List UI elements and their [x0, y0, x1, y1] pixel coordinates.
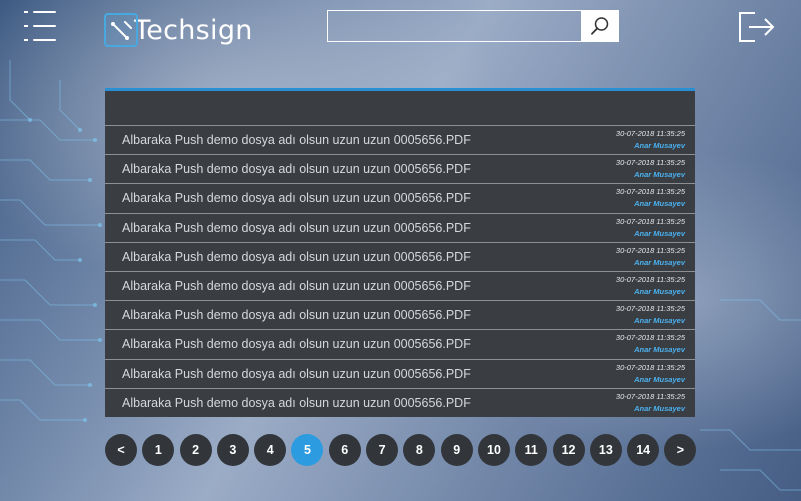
brand-name: Techsign	[134, 14, 253, 46]
brand-logo: Techsign	[104, 12, 253, 48]
document-date: 30-07-2018 11:35:25	[615, 216, 685, 226]
document-user: Anar Musayev	[634, 345, 685, 355]
document-date: 30-07-2018 11:35:25	[615, 304, 685, 314]
page-button-8[interactable]: 8	[403, 434, 436, 466]
document-user: Anar Musayev	[634, 170, 685, 180]
document-date: 30-07-2018 11:35:25	[615, 362, 685, 372]
document-date: 30-07-2018 11:35:25	[615, 333, 685, 343]
document-row[interactable]: Albaraka Push demo dosya adı olsun uzun …	[105, 183, 695, 212]
document-meta: 30-07-2018 11:35:25 Anar Musayev	[616, 274, 685, 298]
next-page-button[interactable]: >	[664, 434, 697, 466]
logout-button[interactable]	[736, 10, 776, 44]
document-list-panel: Albaraka Push demo dosya adı olsun uzun …	[105, 88, 695, 417]
document-row[interactable]: Albaraka Push demo dosya adı olsun uzun …	[105, 329, 695, 358]
pagination: <1 2 3 4 5 6 7 8 9 10 11 12 13 14 >	[105, 434, 697, 466]
document-user: Anar Musayev	[634, 403, 685, 413]
document-name: Albaraka Push demo dosya adı olsun uzun …	[122, 249, 471, 264]
document-user: Anar Musayev	[634, 199, 685, 209]
document-name: Albaraka Push demo dosya adı olsun uzun …	[122, 308, 471, 323]
document-date: 30-07-2018 11:35:25	[615, 391, 685, 401]
document-meta: 30-07-2018 11:35:25 Anar Musayev	[616, 157, 685, 181]
document-user: Anar Musayev	[634, 287, 685, 297]
document-name: Albaraka Push demo dosya adı olsun uzun …	[122, 366, 471, 381]
document-user: Anar Musayev	[634, 141, 685, 151]
magnifier-icon	[591, 17, 609, 35]
document-meta: 30-07-2018 11:35:25 Anar Musayev	[616, 303, 685, 327]
logout-icon	[739, 12, 775, 42]
page-button-10[interactable]: 10	[477, 434, 510, 466]
prev-page-button[interactable]: <	[105, 434, 137, 466]
document-user: Anar Musayev	[634, 228, 685, 238]
search-button[interactable]	[581, 10, 619, 42]
document-date: 30-07-2018 11:35:25	[615, 158, 685, 168]
document-date: 30-07-2018 11:35:25	[615, 245, 685, 255]
search-bar	[327, 10, 619, 42]
page-button-1[interactable]: 1	[142, 434, 175, 466]
page-button-5[interactable]: 5	[291, 434, 324, 466]
page-button-2[interactable]: 2	[179, 434, 212, 466]
document-row[interactable]: Albaraka Push demo dosya adı olsun uzun …	[105, 212, 695, 242]
page-button-3[interactable]: 3	[216, 434, 249, 466]
document-row[interactable]: Albaraka Push demo dosya adı olsun uzun …	[105, 387, 695, 417]
page-button-12[interactable]: 12	[552, 434, 585, 466]
document-name: Albaraka Push demo dosya adı olsun uzun …	[122, 395, 471, 410]
document-date: 30-07-2018 11:35:25	[615, 129, 685, 139]
document-meta: 30-07-2018 11:35:25 Anar Musayev	[616, 128, 685, 152]
document-name: Albaraka Push demo dosya adı olsun uzun …	[122, 337, 471, 352]
document-row[interactable]: Albaraka Push demo dosya adı olsun uzun …	[105, 241, 695, 271]
page-button-14[interactable]: 14	[627, 434, 660, 466]
document-row[interactable]: Albaraka Push demo dosya adı olsun uzun …	[105, 358, 695, 388]
document-meta: 30-07-2018 11:35:25 Anar Musayev	[616, 245, 685, 269]
techsign-logo-icon	[104, 13, 138, 47]
document-user: Anar Musayev	[634, 257, 685, 267]
document-row[interactable]: Albaraka Push demo dosya adı olsun uzun …	[105, 300, 695, 329]
page-button-13[interactable]: 13	[589, 434, 622, 466]
page-button-4[interactable]: 4	[254, 434, 287, 466]
document-meta: 30-07-2018 11:35:25 Anar Musayev	[616, 186, 685, 210]
document-row[interactable]: Albaraka Push demo dosya adı olsun uzun …	[105, 125, 695, 154]
menu-button[interactable]	[24, 10, 58, 42]
document-name: Albaraka Push demo dosya adı olsun uzun …	[122, 279, 471, 294]
document-date: 30-07-2018 11:35:25	[615, 275, 685, 285]
page-button-7[interactable]: 7	[366, 434, 399, 466]
document-name: Albaraka Push demo dosya adı olsun uzun …	[122, 191, 471, 206]
document-row[interactable]: Albaraka Push demo dosya adı olsun uzun …	[105, 154, 695, 183]
document-name: Albaraka Push demo dosya adı olsun uzun …	[122, 220, 471, 235]
page-button-11[interactable]: 11	[515, 434, 548, 466]
page-button-9[interactable]: 9	[440, 434, 473, 466]
document-user: Anar Musayev	[634, 374, 685, 384]
document-user: Anar Musayev	[634, 316, 685, 326]
document-name: Albaraka Push demo dosya adı olsun uzun …	[122, 162, 471, 177]
document-row[interactable]: Albaraka Push demo dosya adı olsun uzun …	[105, 270, 695, 300]
document-name: Albaraka Push demo dosya adı olsun uzun …	[122, 133, 471, 148]
document-date: 30-07-2018 11:35:25	[615, 187, 685, 197]
document-meta: 30-07-2018 11:35:25 Anar Musayev	[616, 332, 685, 356]
document-meta: 30-07-2018 11:35:25 Anar Musayev	[616, 216, 685, 240]
page-button-6[interactable]: 6	[328, 434, 361, 466]
panel-header	[105, 88, 695, 125]
search-input[interactable]	[327, 10, 581, 42]
document-list: Albaraka Push demo dosya adı olsun uzun …	[105, 125, 695, 417]
document-meta: 30-07-2018 11:35:25 Anar Musayev	[616, 391, 685, 415]
document-meta: 30-07-2018 11:35:25 Anar Musayev	[616, 362, 685, 386]
